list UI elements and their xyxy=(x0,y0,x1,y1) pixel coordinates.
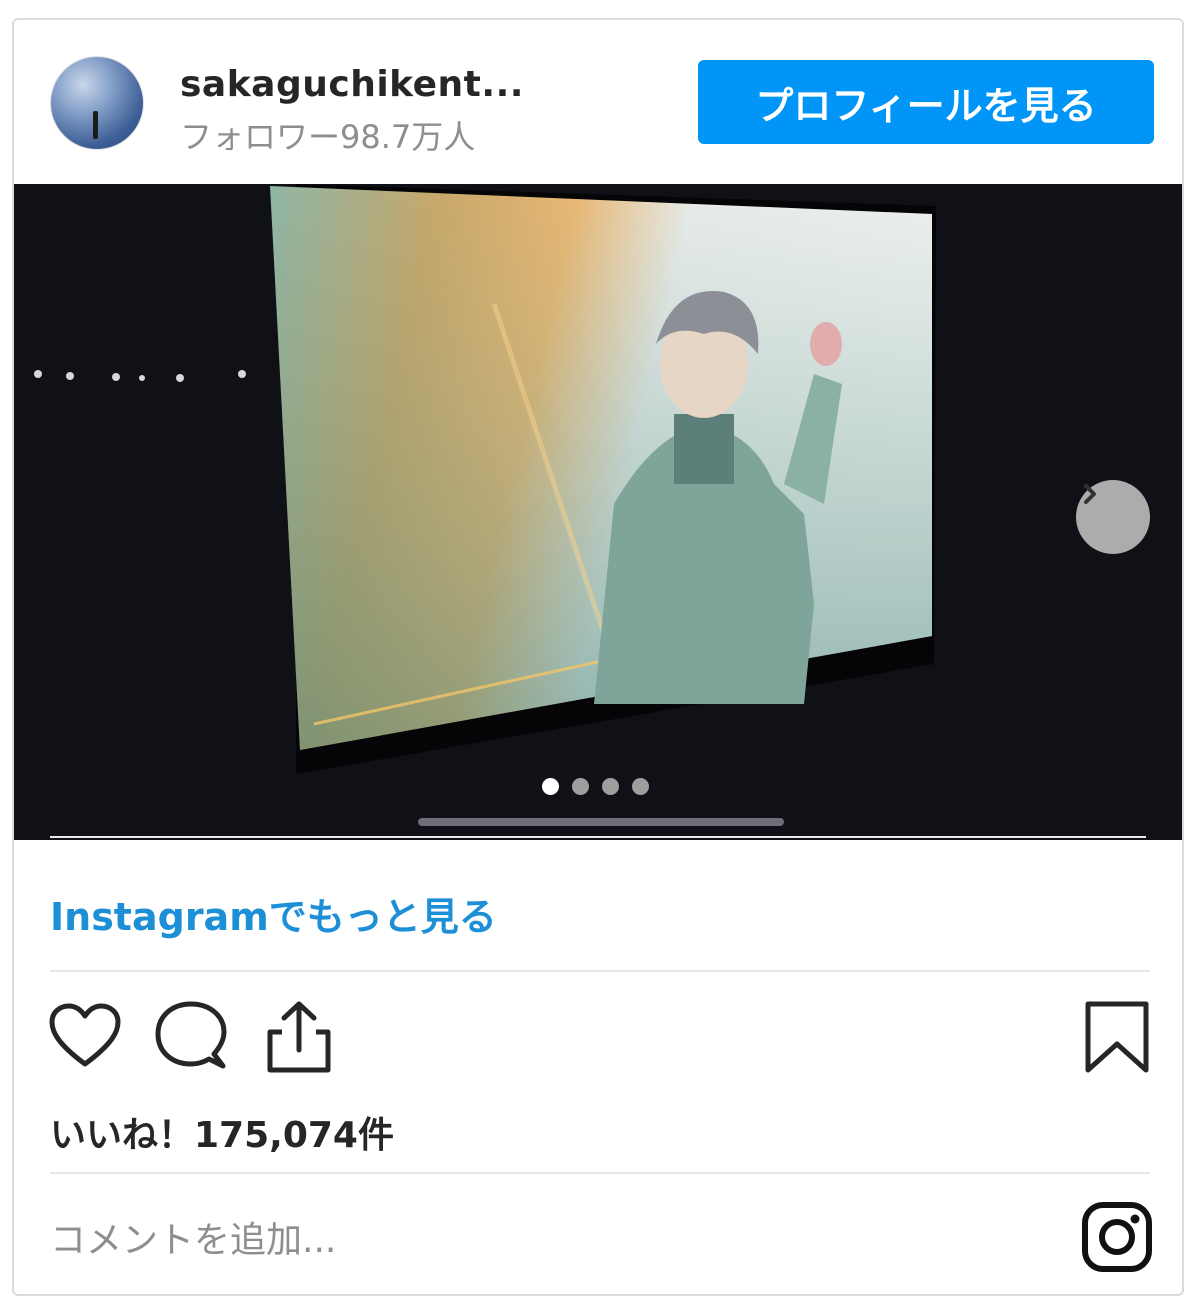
avatar[interactable] xyxy=(50,56,144,150)
post-media[interactable] xyxy=(14,184,1182,840)
slide-indicator xyxy=(542,778,649,798)
avatar-figure xyxy=(93,111,98,139)
view-profile-button[interactable]: プロフィールを見る xyxy=(698,60,1154,144)
username[interactable]: sakaguchikent... xyxy=(180,64,524,105)
divider xyxy=(50,1172,1150,1174)
like-count: いいね！175,074件 xyxy=(50,1115,394,1156)
slide-dot[interactable] xyxy=(572,778,589,795)
follower-count: フォロワー98.7万人 xyxy=(180,118,476,156)
share-icon[interactable] xyxy=(262,1000,336,1074)
action-bar xyxy=(14,1000,1182,1090)
instagram-embed-card: sakaguchikent... フォロワー98.7万人 プロフィールを見る I… xyxy=(12,18,1184,1296)
scrollbar-thumb[interactable] xyxy=(418,818,784,826)
heart-icon[interactable] xyxy=(48,1000,122,1074)
slide-dot-active[interactable] xyxy=(542,778,559,795)
post-photo xyxy=(14,184,1182,840)
instagram-icon[interactable] xyxy=(1080,1200,1154,1274)
post-header: sakaguchikent... フォロワー98.7万人 プロフィールを見る xyxy=(14,20,1182,184)
divider xyxy=(50,970,1150,972)
comment-input[interactable] xyxy=(50,1210,950,1270)
slide-dot[interactable] xyxy=(602,778,619,795)
scrollbar-track xyxy=(50,836,1146,838)
view-more-on-instagram-link[interactable]: Instagramでもっと見る xyxy=(50,886,497,941)
slide-dot[interactable] xyxy=(632,778,649,795)
chevron-right-icon xyxy=(1084,484,1096,504)
comment-icon[interactable] xyxy=(154,1000,228,1074)
next-slide-button[interactable] xyxy=(1076,480,1150,554)
bookmark-icon[interactable] xyxy=(1080,1000,1154,1074)
